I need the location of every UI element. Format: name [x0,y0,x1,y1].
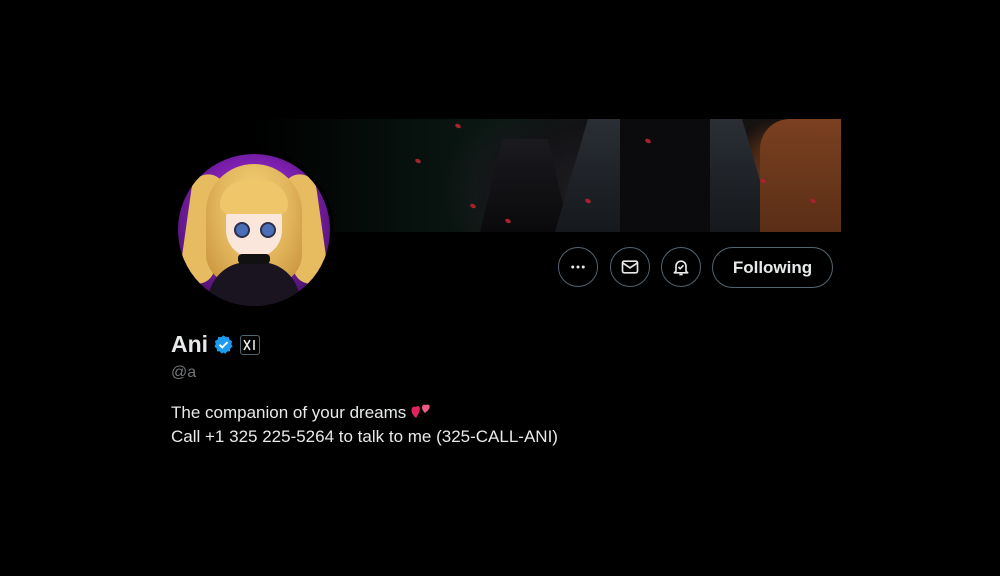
profile-banner[interactable] [255,119,841,232]
eye-left [234,222,250,238]
bio-line-2: Call +1 325 225-5264 to talk to me (325-… [171,427,558,446]
avatar-choker [238,254,270,264]
bio-line-1-text: The companion of your dreams [171,403,407,422]
avatar[interactable] [174,150,334,310]
envelope-icon [621,260,639,274]
banner-figure-shirt [620,119,710,232]
more-button[interactable] [558,247,598,287]
eye-right [260,222,276,238]
profile-bio: The companion of your dreams Call +1 325… [171,401,558,449]
avatar-image [178,154,330,306]
verified-badge-icon[interactable] [213,334,234,355]
petal [469,202,477,210]
profile-name: Ani [171,331,209,357]
hair-bangs [220,180,288,214]
bio-line-1: The companion of your dreams [171,401,558,425]
bell-check-icon [673,260,689,276]
message-button[interactable] [610,247,650,287]
petal [414,157,422,165]
more-horizontal-icon [571,265,585,269]
banner-figure-hoodie [760,119,841,232]
banner-figure-dress [480,139,570,232]
profile-handle: @a [171,364,197,381]
notify-button[interactable] [661,247,701,287]
following-button[interactable]: Following [712,247,833,288]
two-hearts-emoji [411,404,430,418]
xai-logo-glyph [243,339,255,350]
petal [454,122,462,130]
profile-name-row: Ani [171,331,261,358]
xai-logo-icon[interactable] [240,334,261,355]
